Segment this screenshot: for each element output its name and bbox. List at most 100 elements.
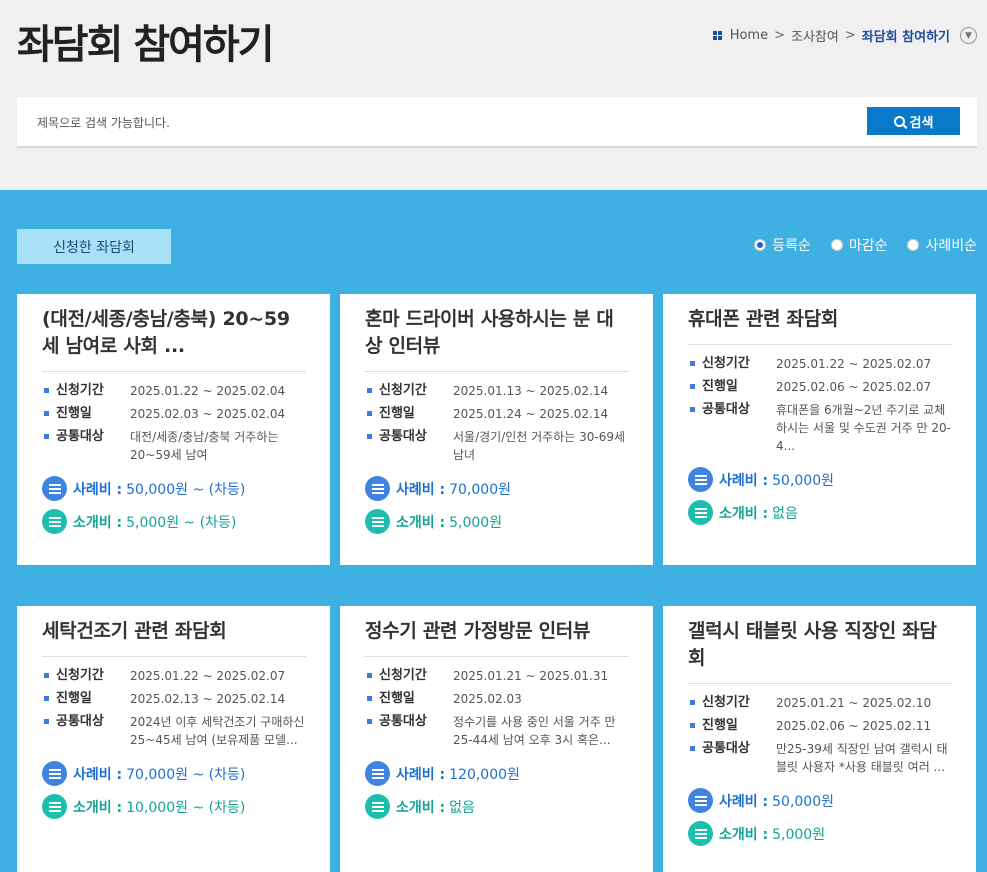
breadcrumb-current[interactable]: 좌담회 참여하기 xyxy=(862,26,950,45)
apply-period-label: 신청기간 xyxy=(702,356,750,371)
bullet-icon xyxy=(690,723,695,728)
apply-period-row: 신청기간 2025.01.22 ~ 2025.02.07 xyxy=(42,667,306,685)
session-card[interactable]: 정수기 관련 가정방문 인터뷰 신청기간 2025.01.21 ~ 2025.01… xyxy=(340,606,653,872)
search-button[interactable]: 검색 xyxy=(867,107,960,135)
breadcrumb-section[interactable]: 조사참여 xyxy=(791,26,839,45)
reward-label: 사례비 : xyxy=(73,481,123,498)
bullet-icon xyxy=(44,411,49,416)
referral-row: 소개비 :5,000원 ~ (차등) xyxy=(42,509,306,534)
apply-period-label: 신청기간 xyxy=(56,668,104,683)
session-card[interactable]: 혼마 드라이버 사용하시는 분 대상 인터뷰 신청기간 2025.01.13 ~ … xyxy=(340,294,653,565)
progress-label: 진행일 xyxy=(379,691,415,706)
progress-value: 2025.01.24 ~ 2025.02.14 xyxy=(453,407,609,421)
apply-period-value: 2025.01.13 ~ 2025.02.14 xyxy=(453,384,609,398)
sort-label: 등록순 xyxy=(772,238,811,254)
page-header: 좌담회 참여하기 Home > 조사참여 > 좌담회 참여하기 ▼ 검색 xyxy=(0,0,987,190)
session-card[interactable]: 세탁건조기 관련 좌담회 신청기간 2025.01.22 ~ 2025.02.07… xyxy=(17,606,330,872)
card-title[interactable]: 세탁건조기 관련 좌담회 xyxy=(42,618,306,657)
breadcrumb-separator: > xyxy=(774,28,785,43)
session-card[interactable]: 휴대폰 관련 좌담회 신청기간 2025.01.22 ~ 2025.02.07 진… xyxy=(663,294,976,565)
applied-sessions-button[interactable]: 신청한 좌담회 xyxy=(17,229,171,264)
bullet-icon xyxy=(367,411,372,416)
reward-value: 50,000원 xyxy=(772,472,834,489)
reward-value: 70,000원 ~ (차등) xyxy=(126,766,246,783)
referral-row: 소개비 :5,000원 xyxy=(688,821,952,846)
money-icon xyxy=(365,761,390,786)
referral-value: 5,000원 xyxy=(772,826,826,843)
breadcrumb-home[interactable]: Home xyxy=(730,28,768,43)
bullet-icon xyxy=(367,388,372,393)
session-card[interactable]: (대전/세종/충남/충북) 20~59세 남여로 사회 ... 신청기간 2025… xyxy=(17,294,330,565)
reward-label: 사례비 : xyxy=(396,766,446,783)
target-row: 공통대상 서울/경기/인천 거주하는 30-69세 남녀 xyxy=(365,428,629,464)
home-grid-icon xyxy=(712,31,722,40)
apply-period-value: 2025.01.21 ~ 2025.02.10 xyxy=(776,696,932,710)
bullet-icon xyxy=(367,434,372,439)
reward-value: 50,000원 ~ (차등) xyxy=(126,481,246,498)
apply-period-label: 신청기간 xyxy=(702,695,750,710)
bullet-icon xyxy=(367,719,372,724)
bullet-icon xyxy=(690,384,695,389)
search-button-label: 검색 xyxy=(909,115,934,131)
target-label: 공통대상 xyxy=(56,714,104,729)
card-title[interactable]: 혼마 드라이버 사용하시는 분 대상 인터뷰 xyxy=(365,306,629,372)
progress-row: 진행일 2025.02.03 xyxy=(365,690,629,708)
referral-value: 없음 xyxy=(449,799,475,816)
apply-period-value: 2025.01.22 ~ 2025.02.07 xyxy=(776,357,932,371)
card-title[interactable]: 정수기 관련 가정방문 인터뷰 xyxy=(365,618,629,657)
reward-row: 사례비 :50,000원 xyxy=(688,467,952,492)
money-icon xyxy=(42,794,67,819)
referral-label: 소개비 : xyxy=(719,826,769,843)
sort-by-reward[interactable]: 사례비순 xyxy=(907,235,977,255)
money-icon xyxy=(42,509,67,534)
sort-by-registration[interactable]: 등록순 xyxy=(754,235,811,255)
progress-value: 2025.02.03 xyxy=(453,692,522,706)
target-label: 공통대상 xyxy=(379,714,427,729)
money-icon xyxy=(42,476,67,501)
progress-label: 진행일 xyxy=(702,379,738,394)
referral-value: 없음 xyxy=(772,505,798,522)
apply-period-label: 신청기간 xyxy=(379,383,427,398)
radio-selected-icon[interactable] xyxy=(754,239,767,251)
reward-row: 사례비 :70,000원 xyxy=(365,476,629,501)
radio-icon[interactable] xyxy=(830,239,843,251)
bullet-icon xyxy=(367,673,372,678)
card-title[interactable]: (대전/세종/충남/충북) 20~59세 남여로 사회 ... xyxy=(42,306,306,372)
session-card[interactable]: 갤럭시 태블릿 사용 직장인 좌담회 신청기간 2025.01.21 ~ 2025… xyxy=(663,606,976,872)
target-label: 공통대상 xyxy=(702,402,750,417)
target-row: 공통대상 만25-39세 직장인 남여 갤럭시 태블릿 사용자 *사용 태블릿 여… xyxy=(688,740,952,776)
bullet-icon xyxy=(690,407,695,412)
search-icon xyxy=(893,115,905,127)
card-title[interactable]: 휴대폰 관련 좌담회 xyxy=(688,306,952,345)
referral-label: 소개비 : xyxy=(719,505,769,522)
referral-row: 소개비 :10,000원 ~ (차등) xyxy=(42,794,306,819)
apply-period-value: 2025.01.21 ~ 2025.01.31 xyxy=(453,669,609,683)
apply-period-row: 신청기간 2025.01.13 ~ 2025.02.14 xyxy=(365,382,629,400)
sort-label: 사례비순 xyxy=(925,238,977,254)
search-input[interactable] xyxy=(37,113,817,133)
referral-value: 5,000원 ~ (차등) xyxy=(126,514,237,531)
sort-by-deadline[interactable]: 마감순 xyxy=(830,235,888,255)
apply-period-row: 신청기간 2025.01.21 ~ 2025.02.10 xyxy=(688,694,952,712)
target-label: 공통대상 xyxy=(702,741,750,756)
progress-label: 진행일 xyxy=(702,718,738,733)
target-row: 공통대상 2024년 이후 세탁건조기 구매하신 25~45세 남여 (보유제품 … xyxy=(42,713,306,749)
apply-period-row: 신청기간 2025.01.21 ~ 2025.01.31 xyxy=(365,667,629,685)
reward-label: 사례비 : xyxy=(396,481,446,498)
reward-row: 사례비 :120,000원 xyxy=(365,761,629,786)
target-label: 공통대상 xyxy=(379,429,427,444)
reward-value: 70,000원 xyxy=(449,481,511,498)
progress-row: 진행일 2025.01.24 ~ 2025.02.14 xyxy=(365,405,629,423)
sort-label: 마감순 xyxy=(848,238,888,254)
card-title[interactable]: 갤럭시 태블릿 사용 직장인 좌담회 xyxy=(688,618,952,684)
money-icon xyxy=(42,761,67,786)
radio-icon[interactable] xyxy=(907,239,920,251)
reward-row: 사례비 :50,000원 ~ (차등) xyxy=(42,476,306,501)
bullet-icon xyxy=(44,673,49,678)
bullet-icon xyxy=(690,746,695,751)
bullet-icon xyxy=(690,700,695,705)
chevron-down-icon[interactable]: ▼ xyxy=(960,27,977,44)
target-row: 공통대상 대전/세종/충남/충북 거주하는 20~59세 남여 xyxy=(42,428,306,464)
target-row: 공통대상 휴대폰을 6개월~2년 주기로 교체하시는 서울 및 수도권 거주 만 … xyxy=(688,401,952,455)
reward-value: 120,000원 xyxy=(449,766,520,783)
